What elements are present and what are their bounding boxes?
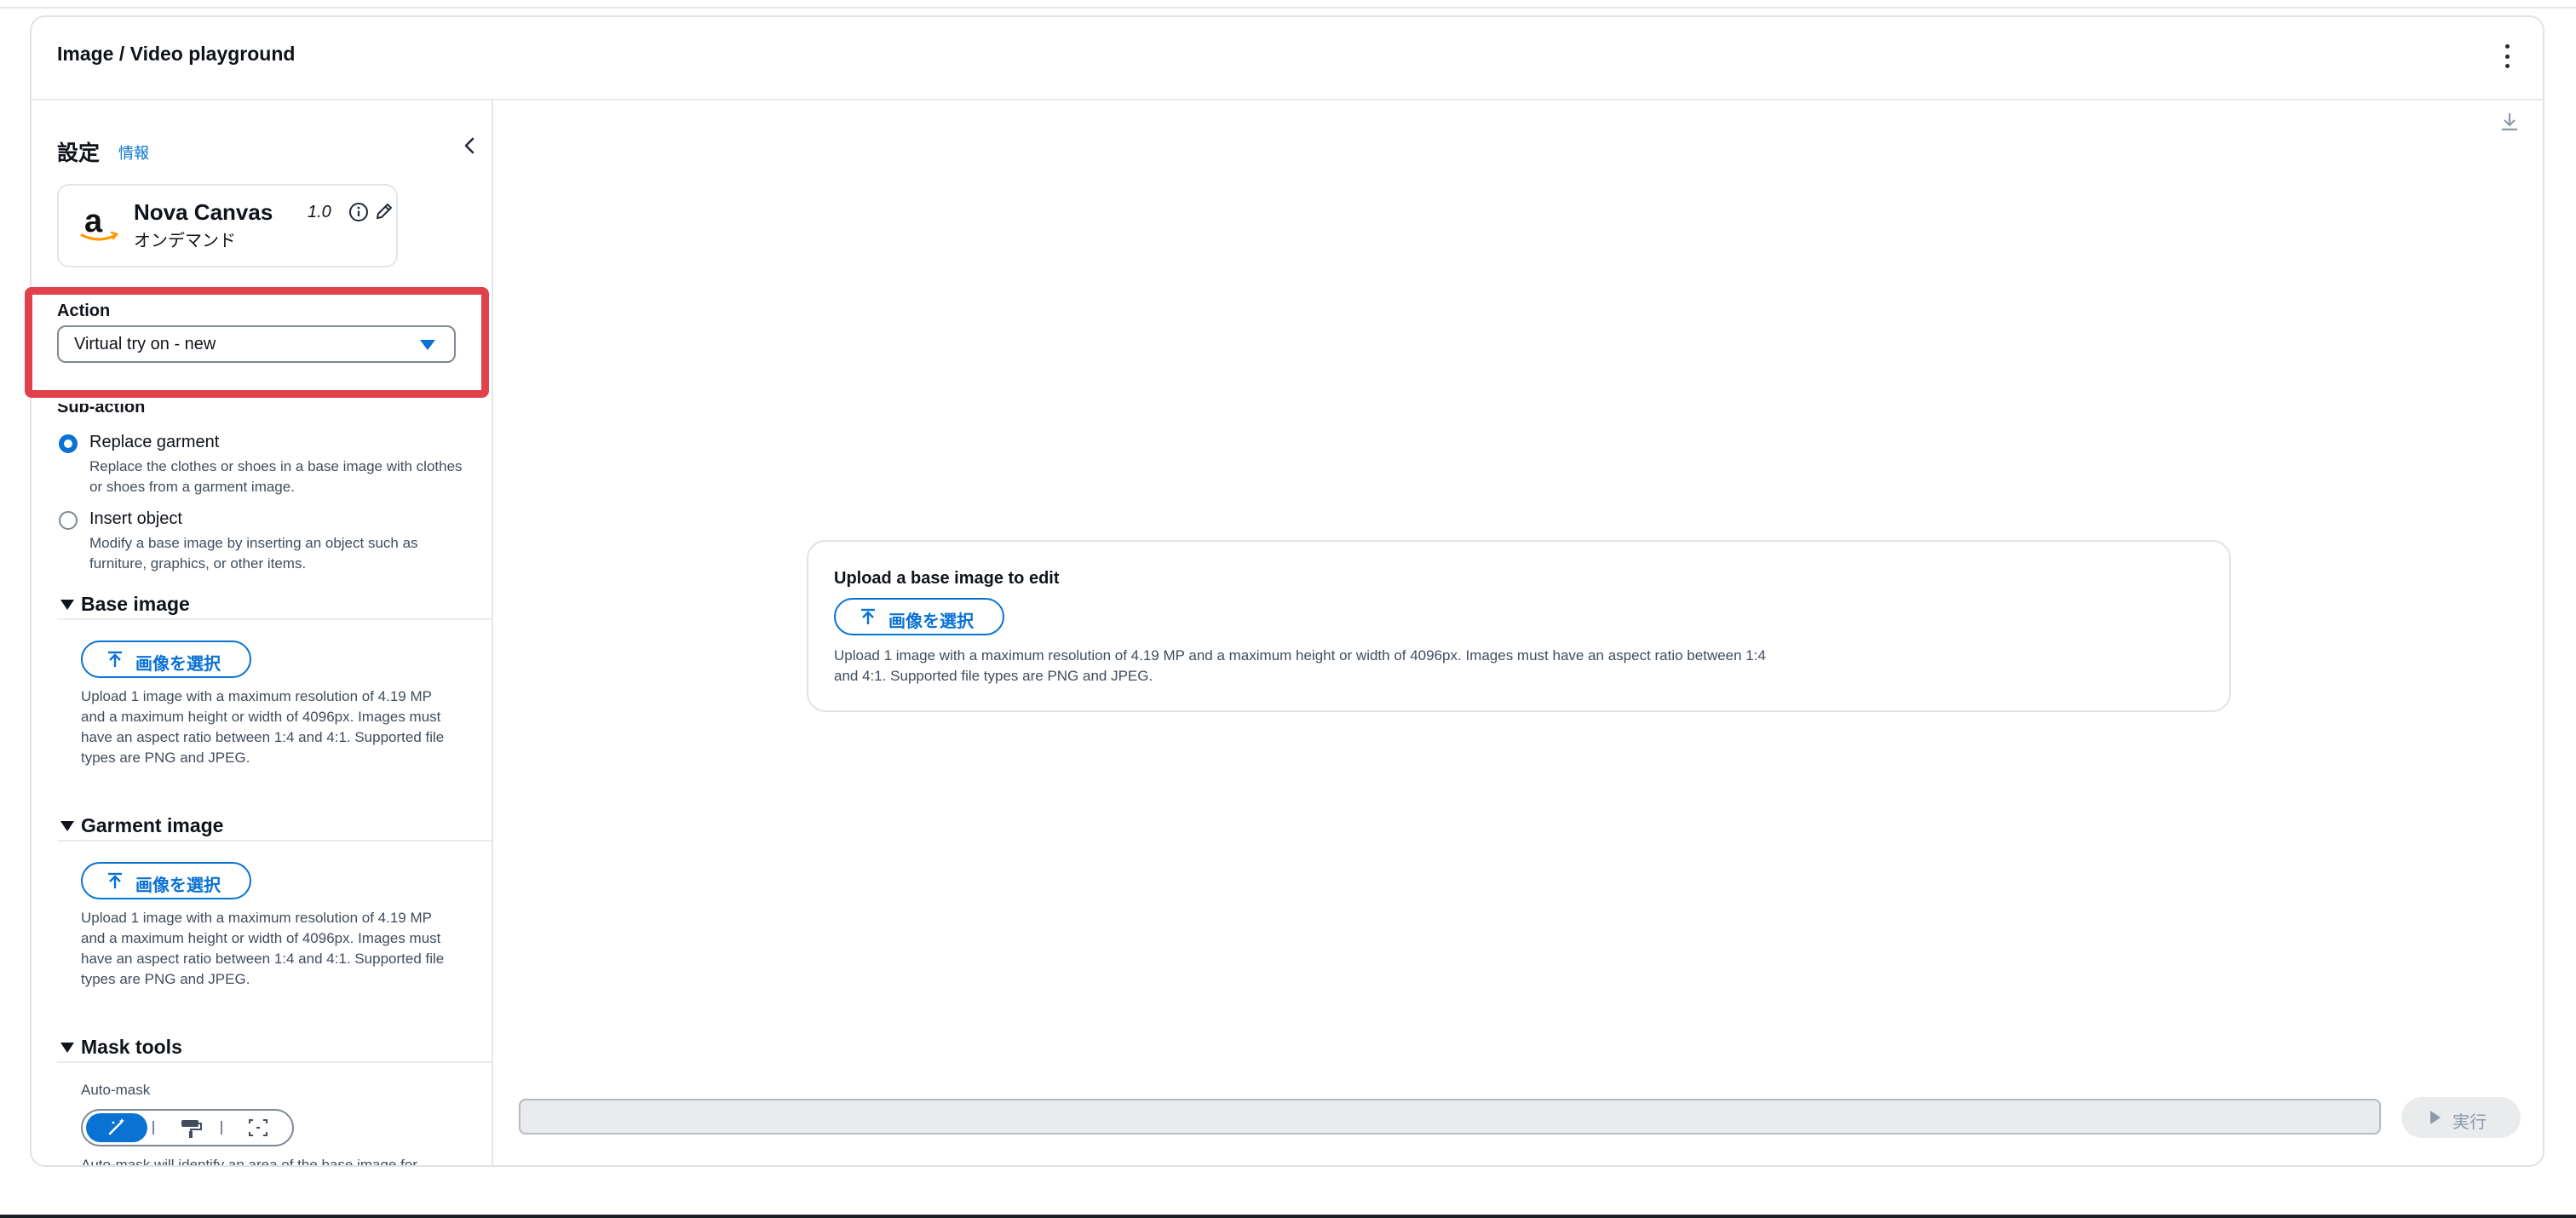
upload-arrow-icon [861,608,875,624]
playground-panel: Image / Video playground 設定 情報 a Nova Ca… [30,15,2544,1167]
radio-insert-object[interactable] [59,511,78,530]
upload-arrow-icon [108,872,122,888]
page-header: Image / Video playground [32,17,2543,101]
caret-down-icon [60,1043,74,1053]
play-icon [2430,1111,2441,1124]
mask-tools-section-header[interactable]: Mask tools [57,1036,492,1063]
main-upload-button[interactable]: 画像を選択 [834,598,1004,635]
info-circle-icon[interactable] [348,202,369,222]
radio-desc-insert-object: Modify a base image by inserting an obje… [89,535,418,572]
garment-image-section-header[interactable]: Garment image [57,814,492,842]
garment-image-help: Upload 1 image with a maximum resolution… [81,910,445,987]
collapse-chevron-icon[interactable] [459,135,481,157]
base-image-upload-button[interactable]: 画像を選択 [81,641,251,678]
caret-down-icon [420,340,435,350]
action-label: Action [57,302,111,320]
edit-pencil-icon[interactable] [374,201,394,221]
paint-roller-icon[interactable] [164,1113,216,1142]
run-button[interactable]: 実行 [2401,1097,2521,1138]
info-link[interactable]: 情報 [118,141,149,164]
magic-wand-icon[interactable] [86,1113,147,1142]
settings-title: 設定 [57,141,101,165]
window-top-edge [0,0,2576,9]
mask-mode-segmented-control [81,1109,294,1146]
mask-tools-title: Mask tools [81,1036,182,1058]
radio-label-replace-garment: Replace garment [89,433,220,451]
base-image-help: Upload 1 image with a maximum resolution… [81,688,445,766]
page-title: Image / Video playground [57,43,296,65]
automask-help: Auto-mask will identify an area of the b… [81,1157,417,1165]
amazon-logo-icon: a [80,204,119,241]
garment-image-upload-label: 画像を選択 [135,876,221,895]
automask-label: Auto-mask [81,1082,151,1098]
model-version: 1.0 [308,203,331,221]
subaction-label: Sub-action [57,404,146,417]
upload-base-image-card: Upload a base image to edit 画像を選択 Upload… [807,540,2231,712]
model-name: Nova Canvas [134,199,273,225]
upload-card-title: Upload a base image to edit [834,569,1060,588]
upload-arrow-icon [108,651,122,667]
garment-image-upload-button[interactable]: 画像を選択 [81,862,251,899]
action-select-value: Virtual try on - new [74,335,216,353]
base-image-upload-label: 画像を選択 [135,655,221,674]
run-button-label: 実行 [2452,1113,2487,1132]
window-bottom-edge [0,1215,2576,1218]
settings-sidebar: 設定 情報 a Nova Canvas 1.0 オンデマンド Action Vi… [32,101,493,1165]
caret-down-icon [60,821,74,831]
radio-label-insert-object: Insert object [89,509,182,528]
upload-card-help: Upload 1 image with a maximum resolution… [834,647,1766,684]
radio-replace-garment[interactable] [59,434,78,453]
more-options-icon[interactable] [2504,44,2510,68]
base-image-section-header[interactable]: Base image [57,593,492,620]
prompt-input[interactable] [519,1099,2381,1135]
garment-image-title: Garment image [81,814,224,836]
svg-text:a: a [84,204,103,239]
radio-desc-replace-garment: Replace the clothes or shoes in a base i… [89,458,463,495]
download-icon[interactable] [2498,111,2521,133]
select-box-icon[interactable] [233,1113,284,1142]
base-image-title: Base image [81,593,190,615]
caret-down-icon [60,600,74,610]
main-upload-label: 画像を選択 [888,612,974,631]
model-mode: オンデマンド [134,232,236,250]
canvas-area: Upload a base image to edit 画像を選択 Upload… [493,101,2543,1165]
action-select[interactable]: Virtual try on - new [57,325,456,363]
action-field: Action Virtual try on - new [57,302,469,363]
model-card: a Nova Canvas 1.0 オンデマンド [57,184,398,267]
